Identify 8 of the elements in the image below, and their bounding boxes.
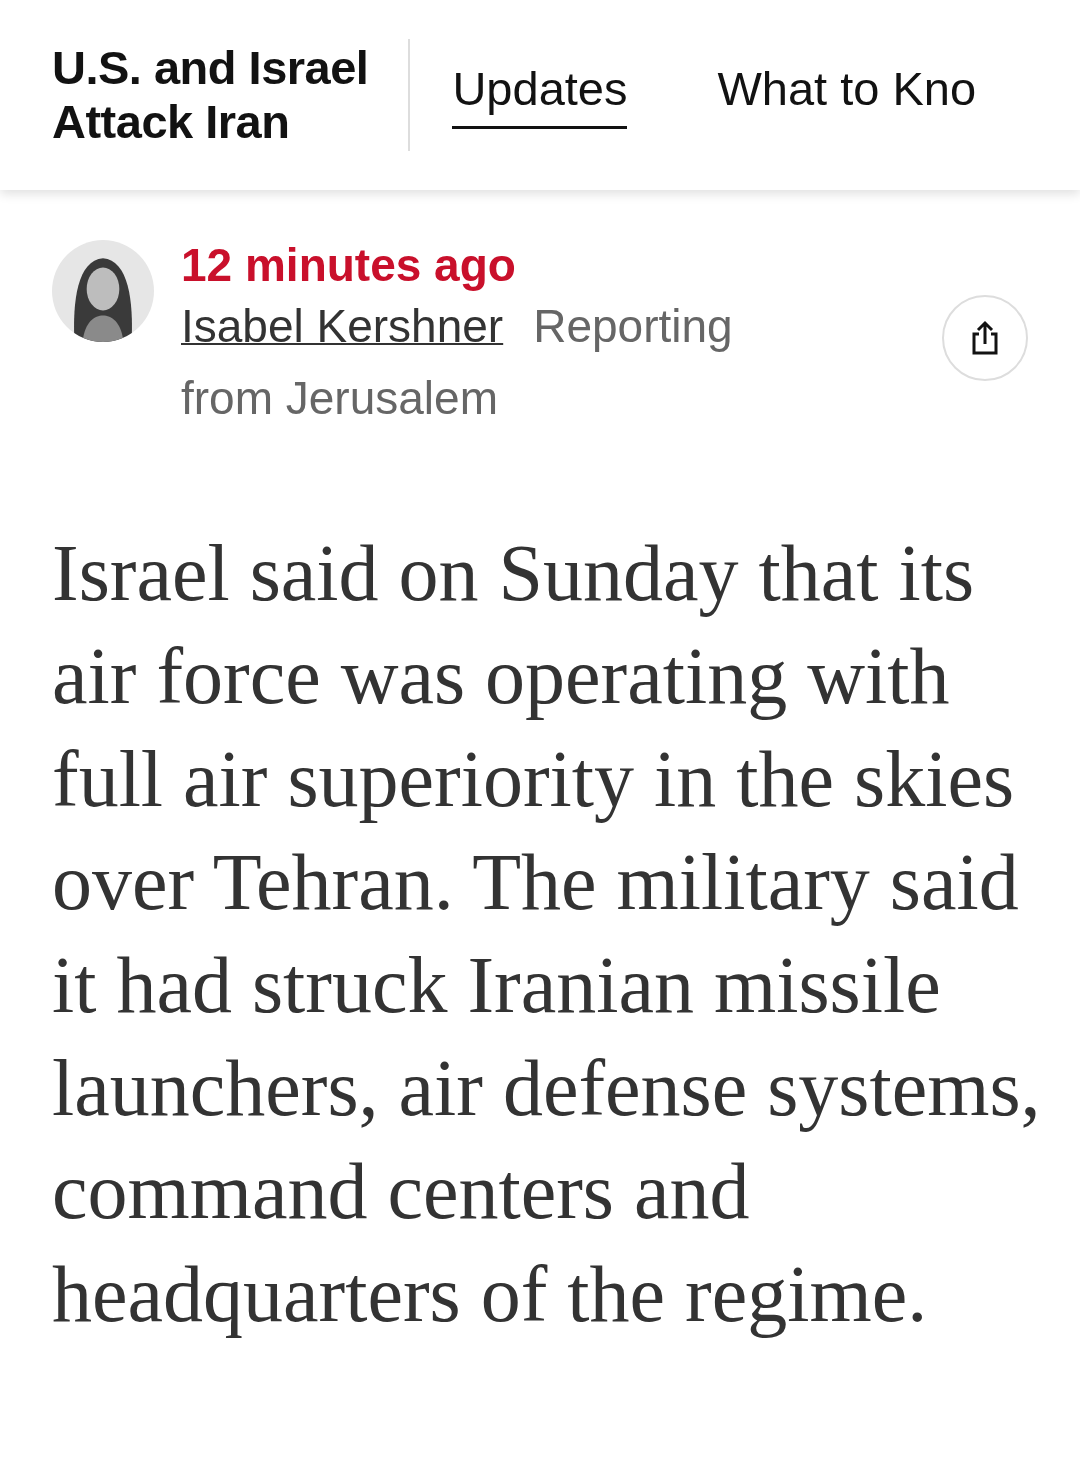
nav-tab[interactable]: Updates [452, 61, 628, 129]
timestamp: 12 minutes ago [181, 240, 517, 290]
dateline: from Jerusalem [181, 372, 498, 424]
article-paragraph: Israel said on Sunday that its air force was operating with full air superiority in the skies over Tehran. The military said it had struck Iranian missile launchers, air defense systems, command centers and headquarters of the regime. [52, 528, 1042, 1340]
author-link[interactable]: Isabel Kershner [181, 300, 504, 352]
dateline: Reporting [533, 300, 733, 352]
nav-tab[interactable]: What to Kno [717, 61, 977, 129]
section-title: U.S. and Israel Attack Iran [52, 41, 369, 149]
